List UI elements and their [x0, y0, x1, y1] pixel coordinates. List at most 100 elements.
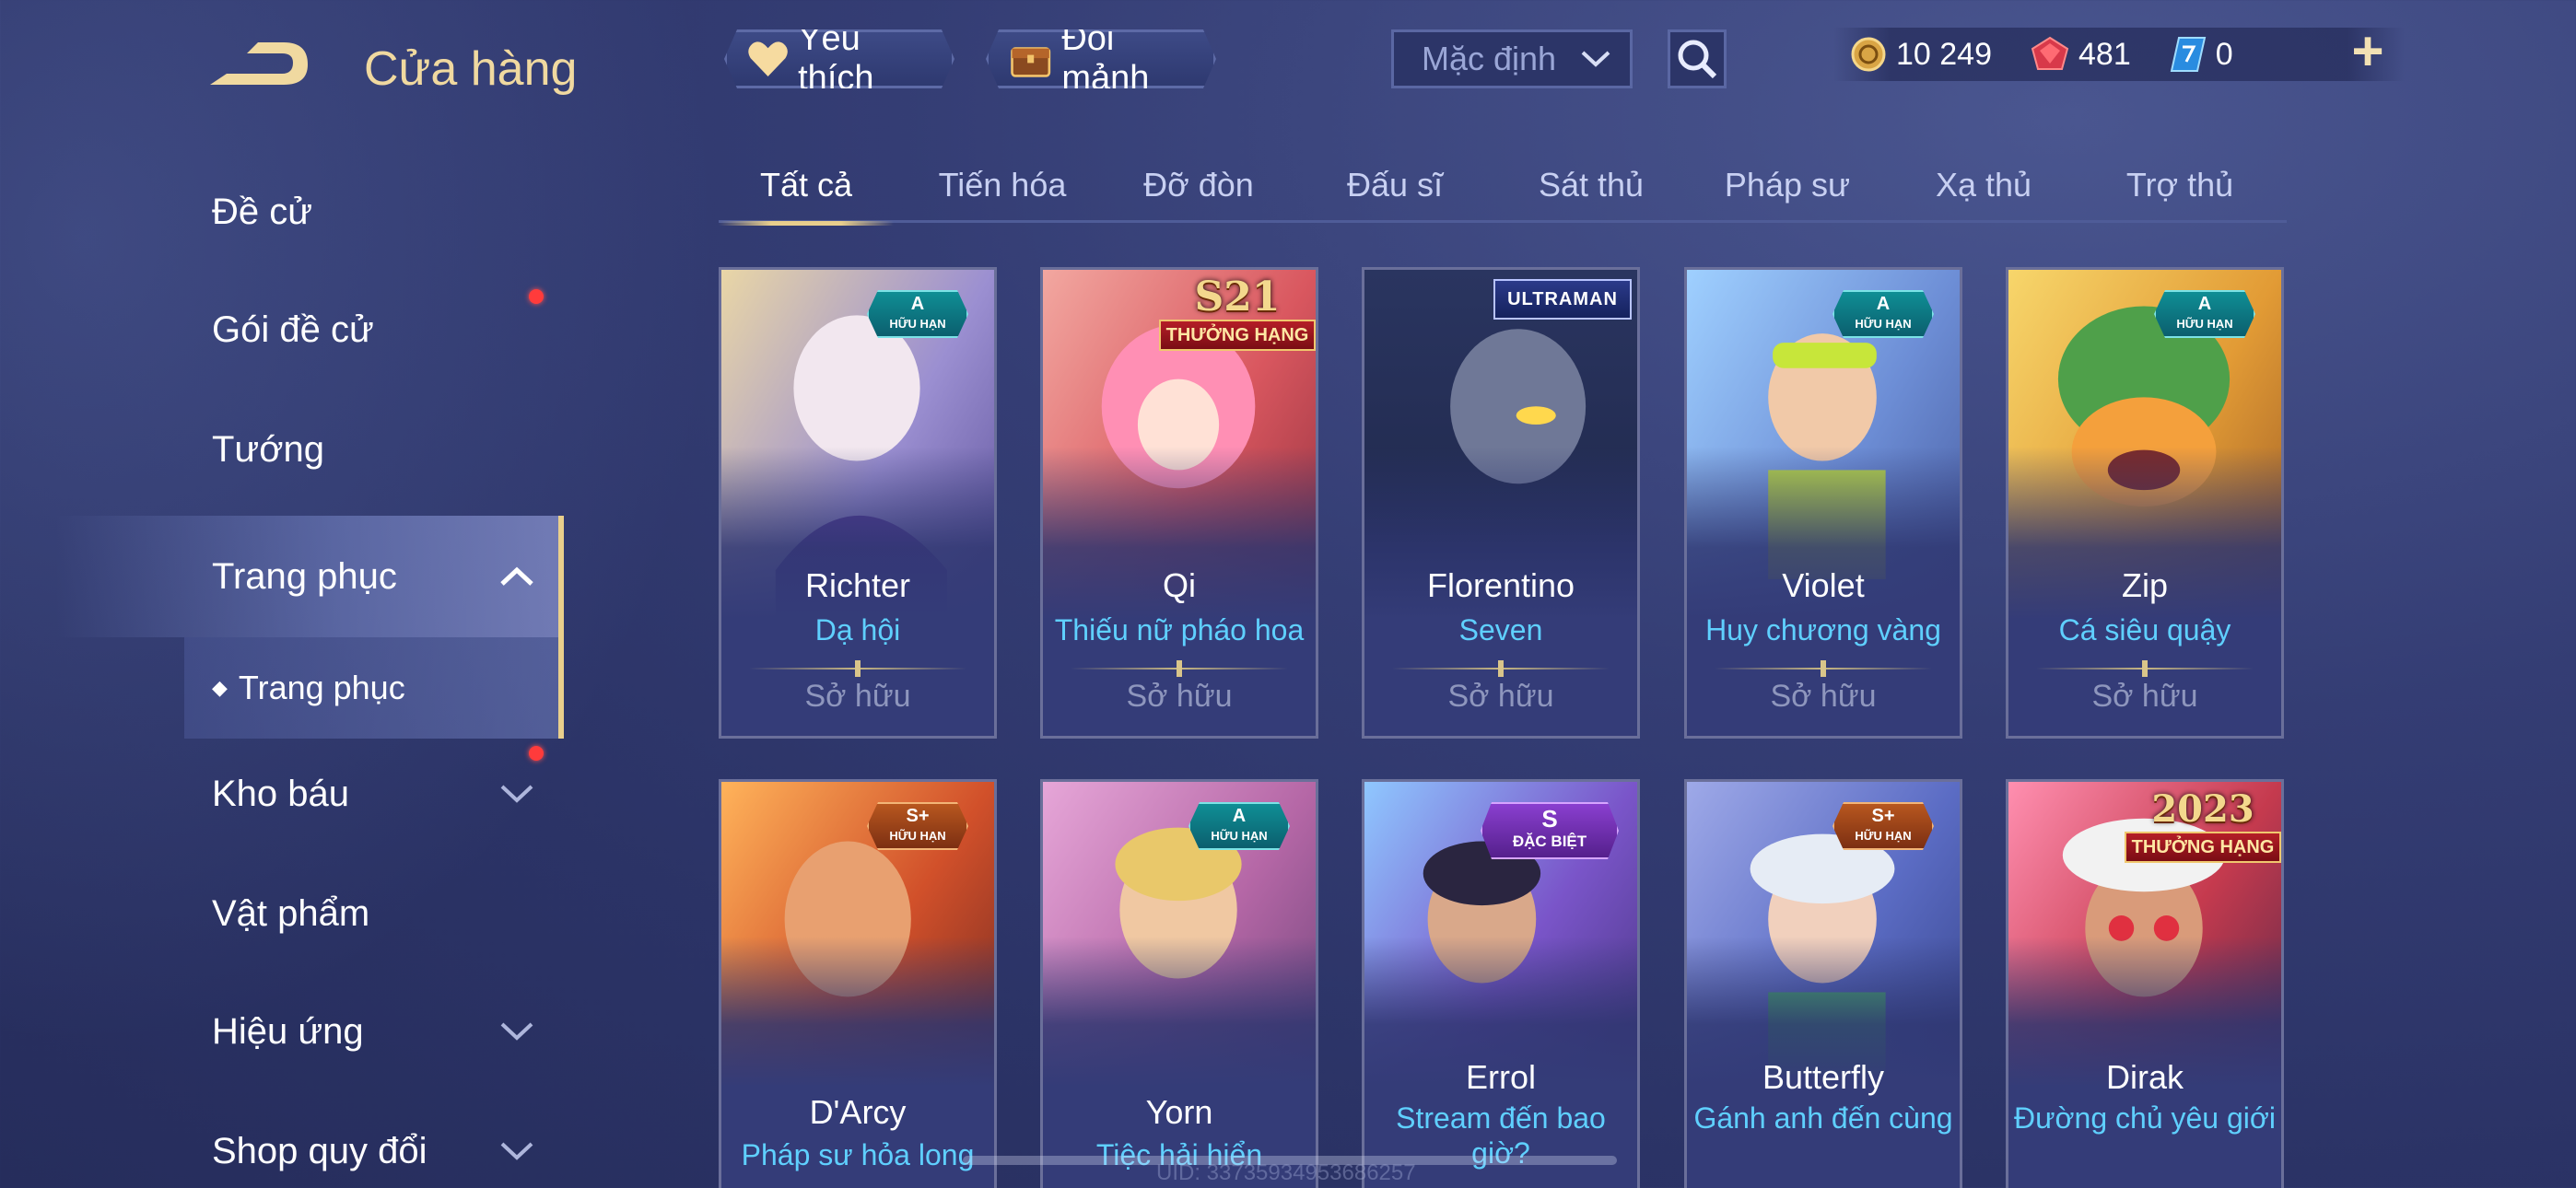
skin-card[interactable]: S+ HỮU HẠN D'Arcy Pháp sư hỏa long — [719, 779, 997, 1188]
tab-tank[interactable]: Đỡ đòn — [1111, 157, 1286, 223]
favorites-label: Yêu thích — [798, 19, 874, 98]
hero-name: Butterfly — [1762, 1058, 1885, 1096]
top-up-button[interactable]: + — [2340, 24, 2395, 81]
owned-status: Sở hữu — [1770, 679, 1877, 714]
sidebar-item-label: Gói đề cử — [212, 309, 374, 350]
skin-name: Huy chương vàng — [1705, 613, 1941, 646]
heart-icon — [747, 38, 789, 80]
sidebar-item-label: Hiệu ứng — [212, 1010, 364, 1052]
season-badge: 2023 THƯỞNG HẠNG — [2125, 787, 2281, 863]
tab-support[interactable]: Trợ thủ — [2092, 157, 2267, 223]
gem-amount: 481 — [2078, 36, 2131, 72]
card-divider — [1715, 668, 1932, 670]
hero-name: Qi — [1163, 566, 1196, 604]
rarity-badge: S+ HỮU HẠN — [1832, 802, 1934, 850]
hero-name: Violet — [1782, 566, 1865, 604]
card-divider — [749, 668, 966, 670]
skin-name: Pháp sư hỏa long — [741, 1138, 975, 1171]
skin-card[interactable]: A HỮU HẠN Richter Dạ hội Sở hữu — [719, 267, 997, 739]
owned-status: Sở hữu — [2091, 679, 2198, 714]
skin-card[interactable]: A HỮU HẠN Violet Huy chương vàng Sở hữu — [1684, 267, 1962, 739]
rarity-badge: S ĐẶC BIỆT — [1481, 802, 1619, 859]
back-button[interactable] — [210, 37, 316, 97]
season-badge: S21 THƯỞNG HẠNG — [1159, 275, 1316, 351]
chevron-up-icon — [500, 566, 533, 586]
sidebar-item-label: Tướng — [212, 428, 324, 470]
shard-exchange-label: Đổi mảnh — [1061, 19, 1150, 98]
sidebar-item-treasure[interactable]: Kho báu — [0, 739, 564, 849]
sort-value: Mặc định — [1422, 40, 1557, 77]
sidebar-item-recommended-packs[interactable]: Gói đề cử — [0, 274, 564, 385]
sidebar-item-exchange-shop[interactable]: Shop quy đổi — [0, 1096, 564, 1188]
search-button[interactable] — [1668, 29, 1727, 88]
back-arrow-icon — [210, 42, 308, 85]
search-icon — [1678, 40, 1717, 79]
sidebar-subitem-skins[interactable]: ◆ Trang phục — [184, 637, 564, 739]
sidebar-item-label: Shop quy đổi — [212, 1130, 427, 1171]
category-tabs: Tất cả Tiến hóa Đỡ đòn Đấu sĩ Sát thủ Ph… — [719, 157, 2287, 226]
rarity-badge: A HỮU HẠN — [1832, 290, 1934, 338]
owned-status: Sở hữu — [804, 679, 911, 714]
voucher-currency: 0 — [2170, 36, 2233, 73]
gold-amount: 10 249 — [1896, 36, 1992, 72]
sidebar-item-skins[interactable]: Trang phục — [0, 516, 564, 637]
owned-status: Sở hữu — [1126, 679, 1233, 714]
chevron-down-icon — [500, 1142, 533, 1160]
shard-exchange-button[interactable]: Đổi mảnh — [986, 29, 1216, 88]
rarity-badge: A HỮU HẠN — [2154, 290, 2255, 338]
favorites-button[interactable]: Yêu thích — [724, 29, 954, 88]
chevron-down-icon — [500, 785, 533, 803]
tab-mage[interactable]: Pháp sư — [1700, 157, 1875, 223]
skin-card[interactable]: A HỮU HẠN Yorn Tiệc hải hiển — [1040, 779, 1318, 1188]
sidebar-item-heroes[interactable]: Tướng — [0, 394, 564, 505]
sidebar-item-effects[interactable]: Hiệu ứng — [0, 976, 564, 1087]
skin-name: Dạ hội — [814, 613, 901, 646]
skin-card[interactable]: 2023 THƯỞNG HẠNG Dirak Đường chủ yêu giớ… — [2006, 779, 2284, 1188]
sidebar-menu: Đề cử Gói đề cử Tướng Trang phục ◆ Trang… — [0, 157, 564, 1188]
skin-card[interactable]: S ĐẶC BIỆT Errol Stream đến bao giờ? — [1362, 779, 1640, 1188]
voucher-amount: 0 — [2215, 36, 2233, 72]
currency-bar: 10 249 481 0 — [1833, 28, 2405, 81]
skin-name: Thiếu nữ pháo hoa — [1054, 613, 1305, 646]
skin-name: Seven — [1458, 613, 1543, 646]
collab-badge: ULTRAMAN — [1493, 279, 1632, 320]
diamond-bullet-icon: ◆ — [212, 676, 228, 699]
tab-fighter[interactable]: Đấu sĩ — [1307, 157, 1482, 223]
skin-card[interactable]: ULTRAMAN Florentino Seven Sở hữu — [1362, 267, 1640, 739]
tab-marksman[interactable]: Xạ thủ — [1896, 157, 2071, 223]
blue-voucher-icon — [2170, 37, 2206, 72]
rarity-badge: S+ HỮU HẠN — [867, 802, 968, 850]
hero-name: Florentino — [1426, 566, 1575, 604]
gold-currency: 10 249 — [1850, 36, 1992, 73]
owned-status: Sở hữu — [1447, 679, 1554, 714]
notification-dot — [529, 289, 544, 304]
skin-name: Cá siêu quậy — [2058, 613, 2231, 646]
sidebar-item-label: Trang phục — [212, 555, 397, 597]
tab-evolution[interactable]: Tiến hóa — [915, 157, 1090, 223]
sidebar-item-label: Vật phẩm — [212, 892, 370, 934]
chevron-down-icon — [500, 1022, 533, 1041]
chevron-down-icon — [1581, 51, 1610, 67]
sidebar-item-recommended[interactable]: Đề cử — [0, 157, 564, 267]
hero-name: Yorn — [1145, 1093, 1213, 1131]
sidebar-item-label: Đề cử — [212, 191, 313, 232]
uid-label: UID: 33735934953686257 — [1156, 1160, 1416, 1185]
skin-card[interactable]: A HỮU HẠN Zip Cá siêu quậy Sở hữu — [2006, 267, 2284, 739]
skin-name: Đường chủ yêu giới — [2014, 1101, 2276, 1135]
sidebar-item-label: Kho báu — [212, 773, 350, 814]
gem-currency: 481 — [2031, 36, 2131, 73]
skin-card[interactable]: S21 THƯỞNG HẠNG Qi Thiếu nữ pháo hoa Sở … — [1040, 267, 1318, 739]
tab-all[interactable]: Tất cả — [719, 157, 894, 226]
hero-name: Zip — [2121, 566, 2168, 604]
tab-assassin[interactable]: Sát thủ — [1504, 157, 1679, 223]
hero-name: Richter — [804, 566, 911, 604]
gold-coin-icon — [1851, 37, 1886, 72]
skin-card[interactable]: S+ HỮU HẠN Butterfly Gánh anh đến cùng — [1684, 779, 1962, 1188]
hero-name: D'Arcy — [809, 1093, 907, 1131]
sidebar-item-items[interactable]: Vật phẩm — [0, 858, 564, 969]
hero-name: Dirak — [2105, 1058, 2184, 1096]
sidebar-subitem-label: Trang phục — [238, 669, 405, 706]
skin-name: Gánh anh đến cùng — [1693, 1101, 1953, 1135]
hero-name: Errol — [1465, 1058, 1536, 1096]
sort-dropdown[interactable]: Mặc định — [1391, 29, 1633, 88]
